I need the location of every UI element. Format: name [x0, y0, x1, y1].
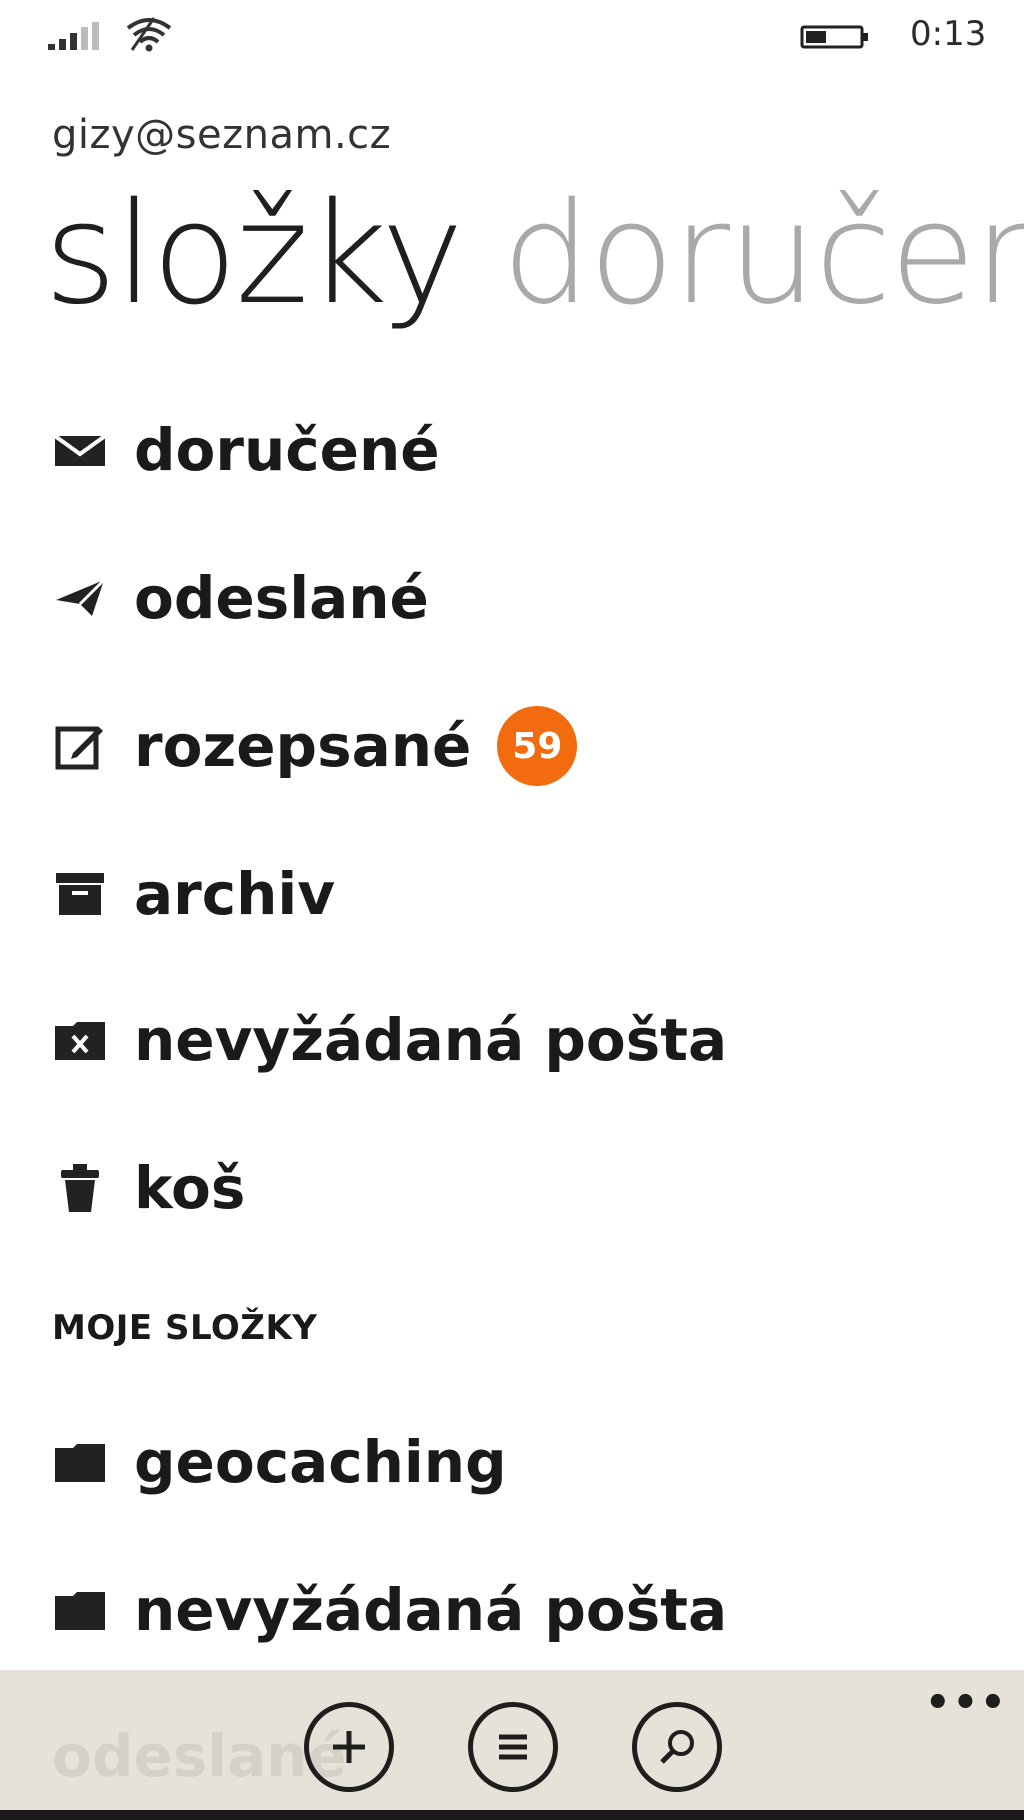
- folder-label: geocaching: [134, 1428, 507, 1496]
- clock: 0:13: [910, 14, 987, 54]
- archive-box-icon: [52, 866, 108, 922]
- list-icon: [499, 1734, 527, 1760]
- folder-label: nevyžádaná pošta: [134, 1006, 728, 1074]
- unread-count-badge: 59: [497, 706, 578, 786]
- wifi-icon: [126, 17, 172, 52]
- my-folders-header: MOJE SLOŽKY: [52, 1308, 318, 1348]
- folder-label: koš: [134, 1154, 246, 1222]
- folder-icon: [52, 1434, 108, 1490]
- drafts-edit-icon: [52, 718, 108, 774]
- add-button[interactable]: [304, 1702, 394, 1792]
- folder-item-archive[interactable]: archiv: [52, 844, 335, 944]
- bottom-edge: [0, 1810, 1024, 1820]
- pivot-header: složky doručen: [44, 185, 1024, 325]
- folder-item-drafts[interactable]: rozepsané 59: [52, 696, 578, 796]
- battery-icon: [800, 25, 868, 49]
- sent-paper-plane-icon: [52, 570, 108, 626]
- signal-icon: [48, 22, 99, 50]
- folder-label: rozepsané: [134, 712, 472, 780]
- folder-label: archiv: [134, 860, 336, 928]
- search-button[interactable]: [632, 1702, 722, 1792]
- folder-item-trash[interactable]: koš: [52, 1138, 245, 1238]
- partially-hidden-folder-item: odeslané: [52, 1722, 347, 1790]
- trash-icon: [52, 1160, 108, 1216]
- folder-item-sent[interactable]: odeslané: [52, 548, 429, 648]
- folder-label: doručené: [134, 416, 440, 484]
- pivot-item-inbox[interactable]: doručen: [502, 173, 1024, 336]
- junk-folder-icon: [52, 1012, 108, 1068]
- pivot-item-folders[interactable]: složky: [44, 173, 464, 336]
- select-button[interactable]: [468, 1702, 558, 1792]
- account-email: gizy@seznam.cz: [52, 112, 392, 158]
- folder-item-junk[interactable]: nevyžádaná pošta: [52, 990, 727, 1090]
- folder-label: nevyžádaná pošta: [134, 1576, 728, 1644]
- phone-screen: 0:13 gizy@seznam.cz složky doručen doruče…: [0, 0, 1024, 1820]
- folder-icon: [52, 1582, 108, 1638]
- more-options-button[interactable]: •••: [925, 1680, 1008, 1726]
- search-icon: [660, 1730, 694, 1764]
- folder-item-custom-junk[interactable]: nevyžádaná pošta: [52, 1560, 727, 1660]
- status-bar: 0:13: [0, 0, 1024, 70]
- folder-label: odeslané: [134, 564, 429, 632]
- folder-item-inbox[interactable]: doručené: [52, 400, 440, 500]
- folder-item-geocaching[interactable]: geocaching: [52, 1412, 507, 1512]
- add-icon: [333, 1731, 365, 1763]
- inbox-envelope-icon: [52, 422, 108, 478]
